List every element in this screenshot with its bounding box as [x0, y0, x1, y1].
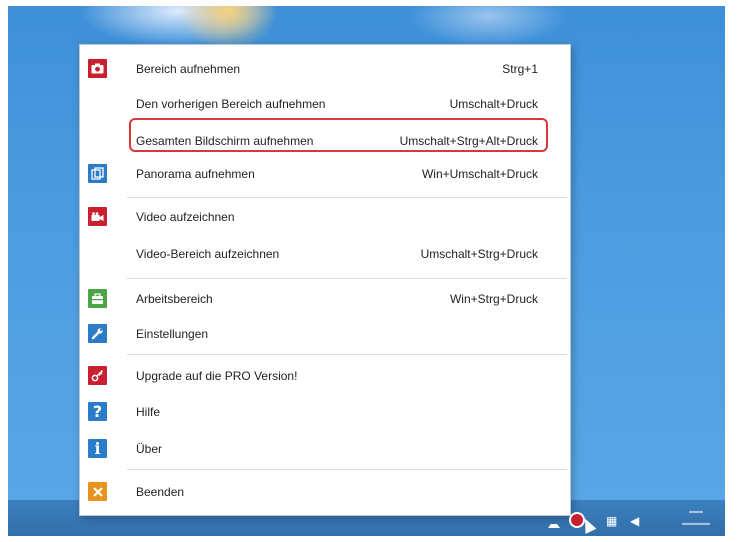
clock-blurred: ▬▬ ▬▬▬▬: [682, 508, 710, 527]
network-icon[interactable]: ▦: [606, 514, 617, 528]
menu-item-label: Den vorherigen Bereich aufnehmen: [136, 97, 326, 111]
camera-icon: [88, 59, 107, 78]
menu-item-shortcut: Strg+1: [502, 62, 538, 76]
menu-item-settings[interactable]: Einstellungen: [80, 319, 570, 349]
menu-item-label: Upgrade auf die PRO Version!: [136, 369, 298, 383]
wrench-icon: [88, 324, 107, 343]
menu-item-label: Video aufzeichnen: [136, 210, 235, 224]
menu-item-label: Bereich aufnehmen: [136, 62, 241, 76]
menu-item-label: Panorama aufnehmen: [136, 167, 255, 181]
menu-item-workspace[interactable]: Arbeitsbereich Win+Strg+Druck: [80, 284, 570, 314]
highlight-frame: [129, 118, 548, 152]
help-icon: ?: [88, 402, 107, 421]
menu-separator: [127, 278, 567, 279]
menu-item-capture-region[interactable]: Bereich aufnehmen Strg+1: [80, 54, 570, 84]
menu-item-capture-previous-region[interactable]: Den vorherigen Bereich aufnehmen Umschal…: [80, 89, 570, 119]
menu-item-help[interactable]: ? Hilfe: [80, 397, 570, 427]
workspace-icon: [88, 289, 107, 308]
menu-separator: [127, 354, 567, 355]
menu-item-shortcut: Umschalt+Strg+Druck: [420, 247, 538, 261]
menu-item-shortcut: Umschalt+Druck: [449, 97, 538, 111]
menu-item-exit[interactable]: Beenden: [80, 477, 570, 507]
menu-item-shortcut: Win+Strg+Druck: [449, 292, 538, 306]
menu-item-shortcut: Win+Umschalt+Druck: [421, 167, 538, 181]
menu-item-label: Beenden: [136, 485, 185, 499]
menu-item-label: Über: [136, 442, 163, 456]
context-menu: Bereich aufnehmen Strg+1 Den vorherigen …: [79, 44, 571, 516]
close-icon: [88, 482, 107, 501]
key-icon: [88, 366, 107, 385]
info-icon: i: [88, 439, 107, 458]
menu-separator: [127, 469, 567, 470]
menu-item-record-video[interactable]: Video aufzeichnen: [80, 202, 570, 232]
menu-item-label: Video-Bereich aufzeichnen: [136, 247, 280, 261]
menu-item-label: Einstellungen: [136, 327, 209, 341]
video-camera-icon: [88, 207, 107, 226]
menu-item-capture-panorama[interactable]: Panorama aufnehmen Win+Umschalt+Druck: [80, 159, 570, 189]
menu-item-about[interactable]: i Über: [80, 434, 570, 464]
menu-item-upgrade-pro[interactable]: Upgrade auf die PRO Version!: [80, 361, 570, 391]
menu-separator: [127, 197, 567, 198]
volume-icon[interactable]: ◀: [630, 514, 639, 528]
tray-arrow-icon[interactable]: [548, 521, 560, 528]
panorama-icon: [88, 164, 107, 183]
menu-item-record-video-region[interactable]: Video-Bereich aufzeichnen Umschalt+Strg+…: [80, 239, 570, 269]
menu-item-label: Hilfe: [136, 405, 161, 419]
menu-item-label: Arbeitsbereich: [136, 292, 213, 306]
